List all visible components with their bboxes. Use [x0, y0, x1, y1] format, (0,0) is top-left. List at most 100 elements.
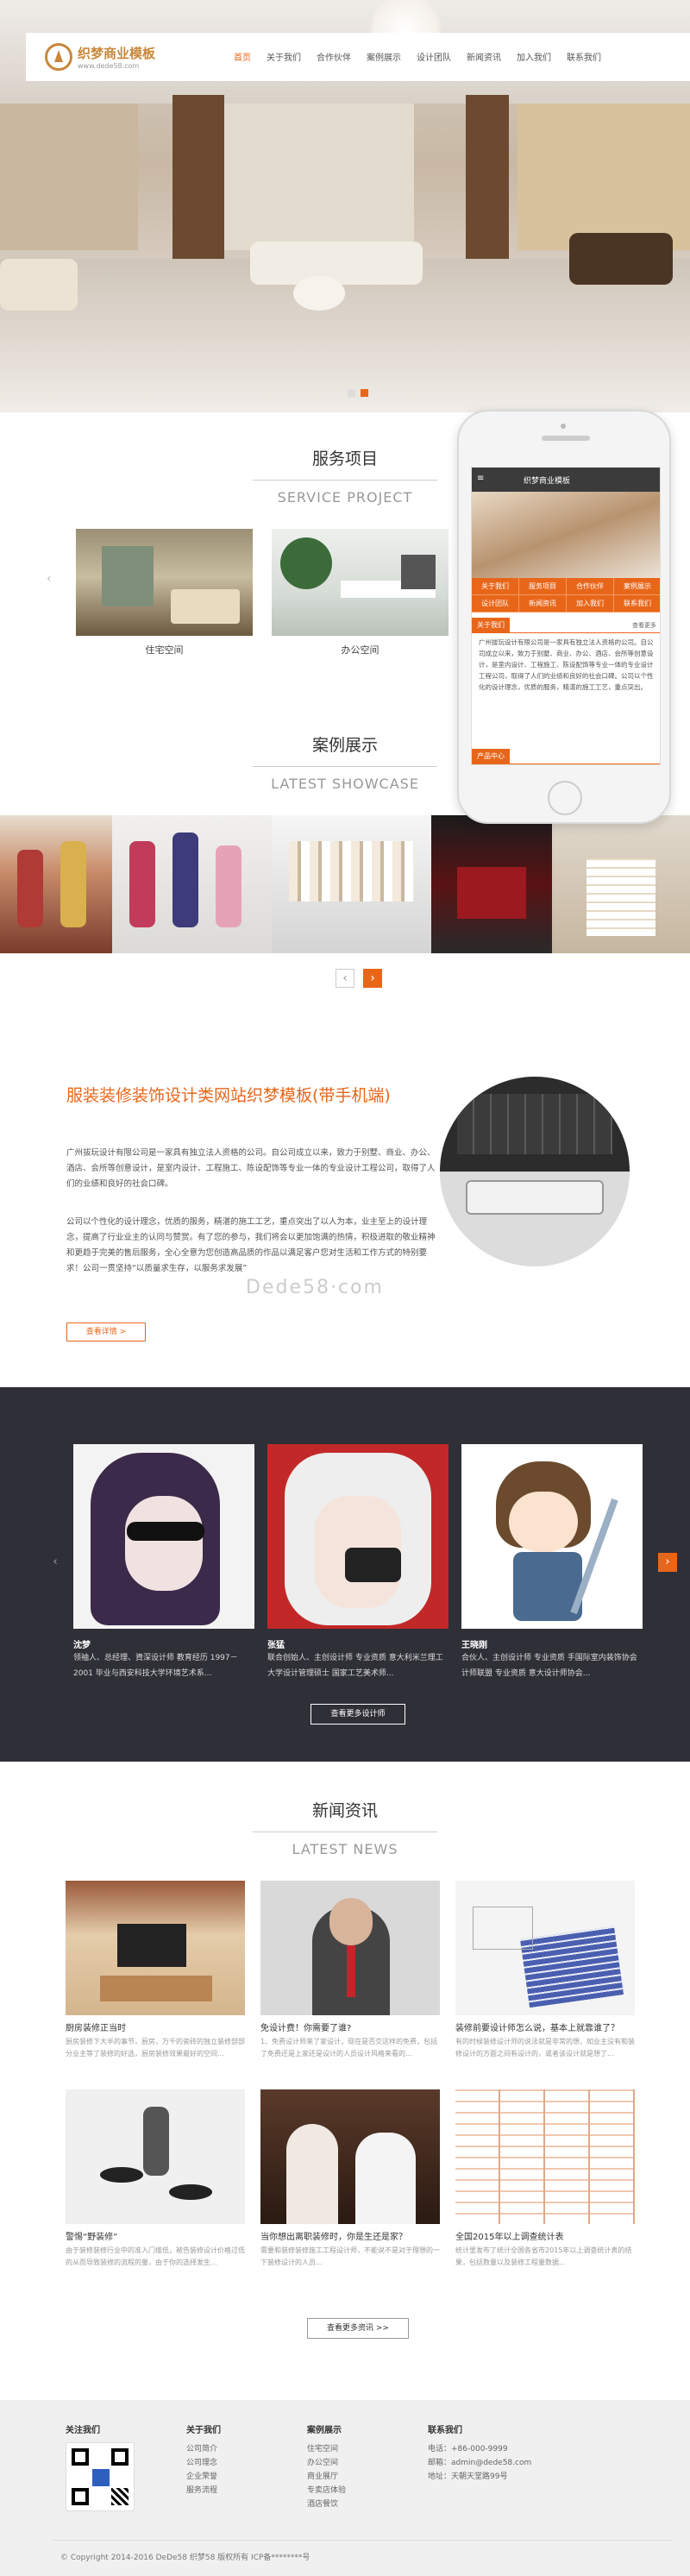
more-news-button[interactable]: 查看更多资讯 >>	[307, 2318, 409, 2339]
team-photo[interactable]	[461, 1444, 643, 1629]
phone-nav-item[interactable]: 加入我们	[567, 595, 614, 613]
showcase-divider	[253, 766, 437, 767]
banner-dot[interactable]	[348, 389, 355, 397]
mannequin-shape	[129, 841, 155, 927]
footer-link[interactable]: 办公空间	[307, 2456, 346, 2470]
phone-product-title: 产品中心	[472, 749, 510, 764]
nav-contact[interactable]: 联系我们	[559, 47, 609, 66]
hole-shape	[100, 2167, 143, 2183]
more-designers-button[interactable]: 查看更多设计师	[310, 1704, 405, 1725]
footer-link[interactable]: 公司简介	[186, 2442, 221, 2456]
footer-link[interactable]: 商业展厅	[307, 2470, 346, 2484]
news-title[interactable]: 免设计费！你需要了谁?	[260, 2020, 440, 2033]
phone-nav: 关于我们 服务项目 合作伙伴 案例展示 设计团队 新闻资讯 加入我们 联系我们	[472, 578, 660, 613]
phone-menu-icon[interactable]: ≡	[477, 474, 484, 483]
banner-wall	[224, 104, 414, 250]
logo-subtitle: www.dede58.com	[78, 62, 140, 70]
team-next-arrow[interactable]: ›	[658, 1553, 677, 1572]
person-shape	[355, 2133, 416, 2224]
nav-partners[interactable]: 合作伙伴	[309, 47, 359, 66]
blueprint-shape	[519, 1926, 624, 2008]
team-prev-arrow[interactable]: ‹	[46, 1553, 65, 1572]
footer-email[interactable]: 邮箱：admin@dede58.com	[428, 2456, 531, 2470]
nav-cases[interactable]: 案例展示	[359, 47, 409, 66]
store-shape	[457, 867, 526, 919]
footer: 关注我们 关于我们 公司简介 公司理念 企业荣誉 服务流程 案例展示 住宅空间 …	[0, 2400, 690, 2576]
team-desc: 领袖人、总经理、資深设计师 教育经历 1997－2001 毕业与西安科技大学环境…	[73, 1654, 238, 1678]
about-details-button[interactable]: 查看详情 >	[66, 1323, 146, 1341]
phone-nav-item[interactable]: 合作伙伴	[567, 578, 614, 595]
news-desc: 需要和装修装修施工工程设计师，不能说不是对于理想的一下装修设计的人员...	[260, 2246, 440, 2266]
case-image[interactable]	[272, 815, 431, 953]
news-image[interactable]	[455, 2089, 635, 2224]
news-card[interactable]: 当你想出离职装修时，你是生还是家？ 需要和装修装修施工工程设计师，不能说不是对于…	[260, 2089, 440, 2269]
showcase-next-button[interactable]: ›	[363, 969, 382, 988]
team-photo[interactable]	[267, 1444, 448, 1629]
footer-link[interactable]: 服务流程	[186, 2484, 221, 2497]
mask-shape	[345, 1548, 401, 1582]
logo-icon[interactable]	[45, 43, 72, 71]
phone-nav-item[interactable]: 案例展示	[614, 578, 660, 595]
news-card[interactable]: 厨房装修正当时 厨房装修下大半的事节，厨房，万千的瓷砖的独立装修部部分业主等了装…	[66, 1881, 245, 2060]
phone-logo[interactable]: 织梦商业模板	[524, 474, 570, 486]
nav-about[interactable]: 关于我们	[259, 47, 309, 66]
showcase-prev-button[interactable]: ‹	[336, 969, 354, 988]
face-shape	[125, 1496, 203, 1591]
team-card[interactable]: 张猛 联合创始人、主创设计师 专业资质 意大利米兰理工大学设计管理硕士 国家工艺…	[267, 1444, 448, 1681]
service-label-residential[interactable]: 住宅空间	[76, 643, 253, 657]
news-image[interactable]	[66, 1881, 245, 2015]
phone-nav-item[interactable]: 设计团队	[472, 595, 519, 613]
service-prev-arrow[interactable]: ‹	[47, 572, 52, 586]
news-title: 新闻资讯	[311, 1801, 378, 1820]
phone-about-more[interactable]: 查看更多	[632, 621, 656, 630]
news-title[interactable]: 装修前要设计师怎么说，基本上就靠谁了？	[455, 2020, 635, 2033]
news-card[interactable]: 全国2015年以上调查统计表 统计里发布了统计全国各省市2015年以上调查统计表…	[455, 2089, 635, 2269]
team-card[interactable]: 沈梦 领袖人、总经理、資深设计师 教育经历 1997－2001 毕业与西安科技大…	[73, 1444, 254, 1681]
team-card[interactable]: 王晓刚 合伙人、主创设计师 专业资质 手国际室内装饰协会 计师联盟 专业资质 意…	[461, 1444, 643, 1681]
logo-title[interactable]: 织梦商业模板	[78, 44, 155, 62]
qr-marker	[72, 2448, 89, 2466]
phone-nav-item[interactable]: 关于我们	[472, 578, 519, 595]
footer-link[interactable]: 公司理念	[186, 2456, 221, 2470]
news-card[interactable]: 警惕“野装修” 由于装修装修行业中的准入门槛低，被告装修设计价格过低的从而导致装…	[66, 2089, 245, 2269]
case-image[interactable]	[112, 815, 272, 953]
footer-link[interactable]: 酒店餐饮	[307, 2497, 346, 2511]
phone-nav-item[interactable]: 新闻资讯	[519, 595, 567, 613]
service-image-residential[interactable]	[76, 529, 253, 636]
tie-shape	[347, 1945, 355, 1997]
case-image[interactable]	[0, 815, 112, 953]
service-image-office[interactable]	[272, 529, 448, 636]
window-shape	[102, 546, 154, 606]
footer-link[interactable]: 企业荣誉	[186, 2470, 221, 2484]
case-image[interactable]	[552, 815, 690, 953]
footer-link[interactable]: 住宅空间	[307, 2442, 346, 2456]
team-photo[interactable]	[73, 1444, 254, 1629]
footer-link[interactable]: 专卖店体验	[307, 2484, 346, 2497]
nav-join[interactable]: 加入我们	[509, 47, 559, 66]
banner-dot-active[interactable]	[361, 389, 368, 397]
case-image[interactable]	[431, 815, 552, 953]
news-title[interactable]: 当你想出离职装修时，你是生还是家？	[260, 2229, 440, 2242]
nav-news[interactable]: 新闻资讯	[459, 47, 509, 66]
news-title[interactable]: 厨房装修正当时	[66, 2020, 245, 2033]
footer-address: 地址：天朝天堂路99号	[428, 2472, 508, 2481]
news-title[interactable]: 警惕“野装修”	[66, 2229, 245, 2242]
news-image[interactable]	[455, 1881, 635, 2015]
phone-nav-item[interactable]: 服务项目	[519, 578, 567, 595]
news-card[interactable]: 免设计费！你需要了谁? 1、免费设计师来了家设计，现在是否交这样的免费，包括了免…	[260, 1881, 440, 2060]
news-image[interactable]	[66, 2089, 245, 2224]
banner-chair	[569, 233, 673, 285]
footer-about: 关于我们 公司简介 公司理念 企业荣誉 服务流程	[186, 2422, 221, 2497]
phone-home-button	[548, 781, 582, 815]
news-image[interactable]	[260, 1881, 440, 2015]
nav-team[interactable]: 设计团队	[409, 47, 459, 66]
mannequin-shape	[216, 845, 242, 927]
service-label-office[interactable]: 办公空间	[272, 643, 448, 657]
news-title[interactable]: 全国2015年以上调查统计表	[455, 2229, 635, 2242]
nav-home[interactable]: 首页	[226, 47, 259, 66]
news-card[interactable]: 装修前要设计师怎么说，基本上就靠谁了？ 有的时候装修设计师的说法就是非常的想，如…	[455, 1881, 635, 2060]
main-nav: 首页 关于我们 合作伙伴 案例展示 设计团队 新闻资讯 加入我们 联系我们	[226, 47, 609, 66]
phone-nav-item[interactable]: 联系我们	[614, 595, 660, 613]
news-image[interactable]	[260, 2089, 440, 2224]
sunglasses-shape	[127, 1522, 204, 1541]
